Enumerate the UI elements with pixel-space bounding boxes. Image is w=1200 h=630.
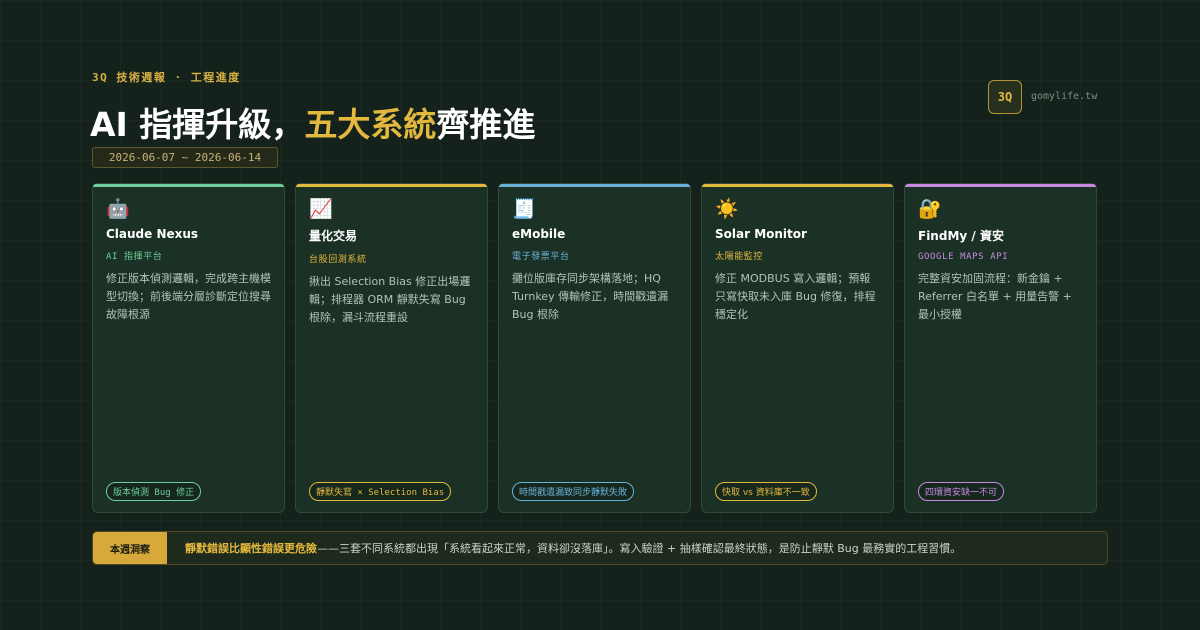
system-cards: 🤖 Claude Nexus AI 指揮平台 修正版本偵測邏輯，完成跨主機模型切…: [92, 183, 1097, 513]
card-tag: 版本偵測 Bug 修正: [106, 482, 202, 501]
chart-up-icon: 📈: [309, 198, 333, 220]
card-title: FindMy / 資安: [918, 229, 1004, 243]
insight-body: ——三套不同系統都出現「系統看起來正常，資料卻沒落庫」。寫入驗證 + 抽樣確認最…: [317, 542, 962, 555]
system-card-findmy-security: 🔐 FindMy / 資安 GOOGLE MAPS API 完整資安加固流程：新…: [904, 183, 1097, 513]
insight-label: 本週洞察: [93, 532, 167, 564]
card-accent-bar: [905, 184, 1096, 187]
system-card-claude-nexus: 🤖 Claude Nexus AI 指揮平台 修正版本偵測邏輯，完成跨主機模型切…: [92, 183, 285, 513]
card-subtitle: GOOGLE MAPS API: [918, 252, 1009, 262]
card-title: Solar Monitor: [715, 227, 807, 241]
card-title: 量化交易: [309, 229, 358, 243]
card-accent-bar: [702, 184, 893, 187]
card-tag: 時間戳遺漏致同步靜默失敗: [512, 482, 635, 501]
weekly-insight-bar: 本週洞察 靜默錯誤比顯性錯誤更危險——三套不同系統都出現「系統看起來正常，資料卻…: [92, 531, 1108, 565]
title-suffix: 齊推進: [436, 105, 536, 144]
card-subtitle: AI 指揮平台: [106, 252, 163, 262]
insight-highlight: 靜默錯誤比顯性錯誤更危險: [185, 542, 317, 555]
card-description: 完整資安加固流程：新金鑰 + Referrer 白名單 + 用量告警 + 最小授…: [918, 272, 1072, 321]
report-kicker: 3Q 技術週報 · 工程進度: [92, 71, 241, 84]
title-prefix: AI 指揮升級，: [90, 105, 305, 144]
sun-icon: ☀️: [715, 198, 739, 220]
lock-key-icon: 🔐: [918, 198, 942, 220]
card-tag: 快取 vs 資料庫不一致: [715, 482, 817, 501]
system-card-emobile: 🧾 eMobile 電子發票平台 攤位版庫存同步架構落地；HQ Turnkey …: [498, 183, 691, 513]
card-subtitle: 台股回測系統: [309, 255, 367, 265]
title-highlight: 五大系統: [304, 105, 437, 144]
date-range-badge: 2026-06-07 ~ 2026-06-14: [92, 147, 278, 168]
card-description: 揪出 Selection Bias 修正出場邏輯；排程器 ORM 靜默失寫 Bu…: [309, 275, 471, 324]
card-description: 攤位版庫存同步架構落地；HQ Turnkey 傳輸修正，時間戳遺漏 Bug 根除: [512, 272, 669, 321]
card-accent-bar: [93, 184, 284, 187]
card-tag: 靜默失寫 × Selection Bias: [309, 482, 452, 501]
robot-icon: 🤖: [106, 198, 130, 220]
card-title: Claude Nexus: [106, 227, 199, 241]
brand-domain: gomylife.tw: [1031, 91, 1098, 102]
card-subtitle: 太陽能監控: [715, 252, 764, 262]
card-description: 修正 MODBUS 寫入邏輯；預報只寫快取未入庫 Bug 修復，排程穩定化: [715, 272, 876, 321]
card-accent-bar: [499, 184, 690, 187]
card-description: 修正版本偵測邏輯，完成跨主機模型切換；前後端分層診斷定位搜尋故障根源: [106, 272, 271, 321]
system-card-quant-trading: 📈 量化交易 台股回測系統 揪出 Selection Bias 修正出場邏輯；排…: [295, 183, 488, 513]
page-title: AI 指揮升級，五大系統齊推進: [90, 98, 535, 146]
receipt-icon: 🧾: [512, 198, 536, 220]
card-accent-bar: [296, 184, 487, 187]
insight-text: 靜默錯誤比顯性錯誤更危險——三套不同系統都出現「系統看起來正常，資料卻沒落庫」。…: [185, 540, 961, 556]
system-card-solar-monitor: ☀️ Solar Monitor 太陽能監控 修正 MODBUS 寫入邏輯；預報…: [701, 183, 894, 513]
card-tag: 四環資安缺一不可: [918, 482, 1005, 501]
brand-logo: 3Q: [988, 80, 1022, 114]
card-subtitle: 電子發票平台: [512, 252, 570, 262]
card-title: eMobile: [512, 227, 566, 241]
